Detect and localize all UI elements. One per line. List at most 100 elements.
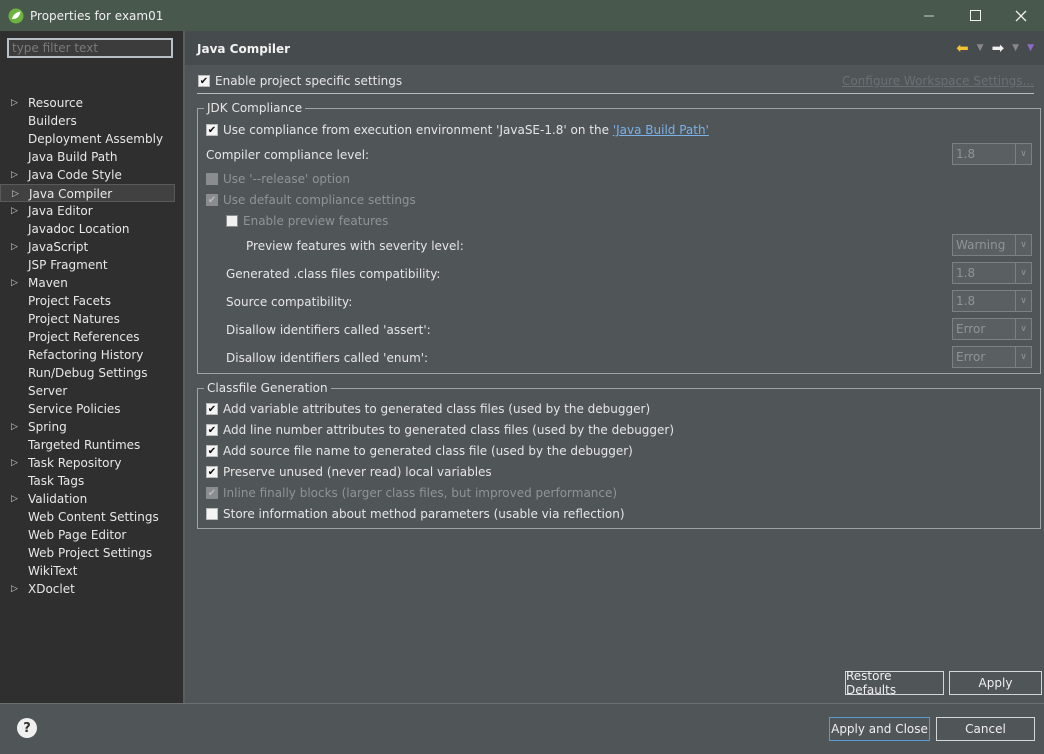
java-build-path-link[interactable]: 'Java Build Path' — [613, 123, 709, 137]
configure-workspace-link[interactable]: Configure Workspace Settings... — [842, 74, 1034, 88]
classfile-option-row[interactable]: ✔ Add source file name to generated class… — [206, 442, 633, 460]
sidebar-item[interactable]: ▷ Maven — [0, 274, 175, 292]
enable-project-specific-row[interactable]: ✔ Enable project specific settings — [198, 72, 402, 90]
sidebar-item[interactable]: Server — [0, 382, 175, 400]
classfile-option-label: Add variable attributes to generated cla… — [223, 402, 651, 416]
filter-input[interactable] — [7, 38, 173, 58]
default-compliance-row: ✔ Use default compliance settings — [206, 191, 416, 209]
help-icon[interactable]: ? — [17, 718, 37, 738]
sidebar-item[interactable]: Javadoc Location — [0, 220, 175, 238]
sidebar-item[interactable]: ▷ Validation — [0, 490, 175, 508]
cancel-button[interactable]: Cancel — [936, 717, 1035, 741]
checkbox-checked-icon[interactable]: ✔ — [206, 403, 218, 415]
minimize-button[interactable] — [906, 0, 952, 31]
sidebar-item[interactable]: JSP Fragment — [0, 256, 175, 274]
expand-arrow-icon[interactable]: ▷ — [11, 454, 18, 472]
sidebar-item[interactable]: Web Page Editor — [0, 526, 175, 544]
checkbox-unchecked-icon[interactable] — [206, 508, 218, 520]
view-menu-icon[interactable]: ▼ — [1027, 43, 1034, 53]
generated-compat-select[interactable]: 1.8 ∨ — [952, 262, 1032, 284]
expand-arrow-icon[interactable]: ▷ — [11, 274, 18, 292]
expand-arrow-icon[interactable]: ▷ — [11, 418, 18, 436]
classfile-option-label: Preserve unused (never read) local varia… — [223, 465, 492, 479]
preferences-sidebar: ▷ Resource Builders Deployment Assembly Java… — [0, 31, 185, 703]
preview-severity-label: Preview features with severity level: — [246, 239, 464, 253]
default-compliance-label: Use default compliance settings — [223, 193, 416, 207]
sidebar-item[interactable]: Builders — [0, 112, 175, 130]
sidebar-item[interactable]: ▷ XDoclet — [0, 580, 175, 598]
checkbox-checked-icon[interactable]: ✔ — [206, 445, 218, 457]
back-arrow-icon[interactable]: ⬅ — [956, 40, 969, 56]
expand-arrow-icon[interactable]: ▷ — [11, 238, 18, 256]
expand-arrow-icon[interactable]: ▷ — [11, 202, 18, 220]
sidebar-item[interactable]: Web Project Settings — [0, 544, 175, 562]
maximize-button[interactable] — [952, 0, 998, 31]
forward-arrow-icon[interactable]: ➡ — [992, 40, 1005, 56]
expand-arrow-icon[interactable]: ▷ — [11, 490, 18, 508]
classfile-option-label: Add source file name to generated class … — [223, 444, 633, 458]
spring-leaf-icon — [8, 8, 24, 23]
page-header: Java Compiler ⬅ ▼ ➡ ▼ ▼ — [185, 31, 1044, 65]
restore-defaults-button[interactable]: Restore Defaults — [845, 669, 944, 697]
forward-dropdown-icon[interactable]: ▼ — [1012, 43, 1019, 53]
sidebar-item[interactable]: Run/Debug Settings — [0, 364, 175, 382]
sidebar-item[interactable]: Targeted Runtimes — [0, 436, 175, 454]
sidebar-item-label: Targeted Runtimes — [28, 438, 141, 452]
generated-compat-label: Generated .class files compatibility: — [226, 267, 441, 281]
use-compliance-label: Use compliance from execution environmen… — [223, 123, 613, 137]
checkbox-checked-icon: ✔ — [206, 194, 218, 206]
page-title: Java Compiler — [197, 42, 291, 56]
sidebar-item[interactable]: ▷ Java Code Style — [0, 166, 175, 184]
sidebar-item-label: Validation — [28, 492, 88, 506]
sidebar-item[interactable]: Web Content Settings — [0, 508, 175, 526]
sidebar-item[interactable]: ▷ Java Editor — [0, 202, 175, 220]
generated-compat-row: Generated .class files compatibility: — [226, 265, 440, 283]
apply-button[interactable]: Apply — [949, 671, 1042, 695]
classfile-option-row[interactable]: ✔ Preserve unused (never read) local vari… — [206, 463, 492, 481]
sidebar-item[interactable]: Task Tags — [0, 472, 175, 490]
sidebar-item[interactable]: Deployment Assembly — [0, 130, 175, 148]
enum-select[interactable]: Error ∨ — [952, 346, 1032, 368]
sidebar-item-label: Resource — [28, 96, 84, 110]
sidebar-item[interactable]: Service Policies — [0, 400, 175, 418]
checkbox-checked-icon[interactable]: ✔ — [206, 466, 218, 478]
classfile-option-row: ✔ Inline finally blocks (larger class fil… — [206, 484, 617, 502]
back-dropdown-icon[interactable]: ▼ — [977, 43, 984, 53]
preview-severity-select[interactable]: Warning ∨ — [952, 234, 1032, 256]
checkbox-checked-icon[interactable]: ✔ — [206, 424, 218, 436]
classfile-option-row[interactable]: ✔ Add variable attributes to generated cl… — [206, 400, 650, 418]
classfile-option-row[interactable]: Store information about method parameter… — [206, 505, 625, 523]
checkbox-checked-icon[interactable]: ✔ — [206, 124, 218, 136]
close-button[interactable] — [998, 0, 1044, 31]
classfile-option-row[interactable]: ✔ Add line number attributes to generated… — [206, 421, 674, 439]
sidebar-item[interactable]: Java Build Path — [0, 148, 175, 166]
use-compliance-row[interactable]: ✔ Use compliance from execution environm… — [206, 121, 709, 139]
sidebar-item[interactable]: Project Facets — [0, 292, 175, 310]
sidebar-item[interactable]: ▷ Spring — [0, 418, 175, 436]
chevron-down-icon: ∨ — [1015, 291, 1031, 311]
source-compat-select[interactable]: 1.8 ∨ — [952, 290, 1032, 312]
sidebar-item-label: Server — [28, 384, 68, 398]
expand-arrow-icon[interactable]: ▷ — [11, 94, 18, 112]
sidebar-item[interactable]: Project Natures — [0, 310, 175, 328]
sidebar-item[interactable]: ▷ JavaScript — [0, 238, 175, 256]
assert-row: Disallow identifiers called 'assert': — [226, 321, 431, 339]
assert-select[interactable]: Error ∨ — [952, 318, 1032, 340]
jdk-compliance-label: JDK Compliance — [204, 101, 306, 115]
sidebar-item-label: Web Content Settings — [28, 510, 159, 524]
compliance-level-select[interactable]: 1.8 ∨ — [952, 143, 1032, 165]
assert-label: Disallow identifiers called 'assert': — [226, 323, 431, 337]
checkbox-checked-icon[interactable]: ✔ — [198, 75, 210, 87]
sidebar-item[interactable]: ▷ Java Compiler — [0, 184, 175, 202]
sidebar-item-label: Java Compiler — [29, 187, 113, 201]
classfile-option-label: Inline finally blocks (larger class file… — [223, 486, 618, 500]
expand-arrow-icon[interactable]: ▷ — [12, 185, 19, 203]
expand-arrow-icon[interactable]: ▷ — [11, 580, 18, 598]
sidebar-item[interactable]: Project References — [0, 328, 175, 346]
expand-arrow-icon[interactable]: ▷ — [11, 166, 18, 184]
sidebar-item[interactable]: WikiText — [0, 562, 175, 580]
sidebar-item[interactable]: ▷ Task Repository — [0, 454, 175, 472]
apply-and-close-button[interactable]: Apply and Close — [829, 717, 930, 741]
sidebar-item[interactable]: Refactoring History — [0, 346, 175, 364]
sidebar-item[interactable]: ▷ Resource — [0, 94, 175, 112]
